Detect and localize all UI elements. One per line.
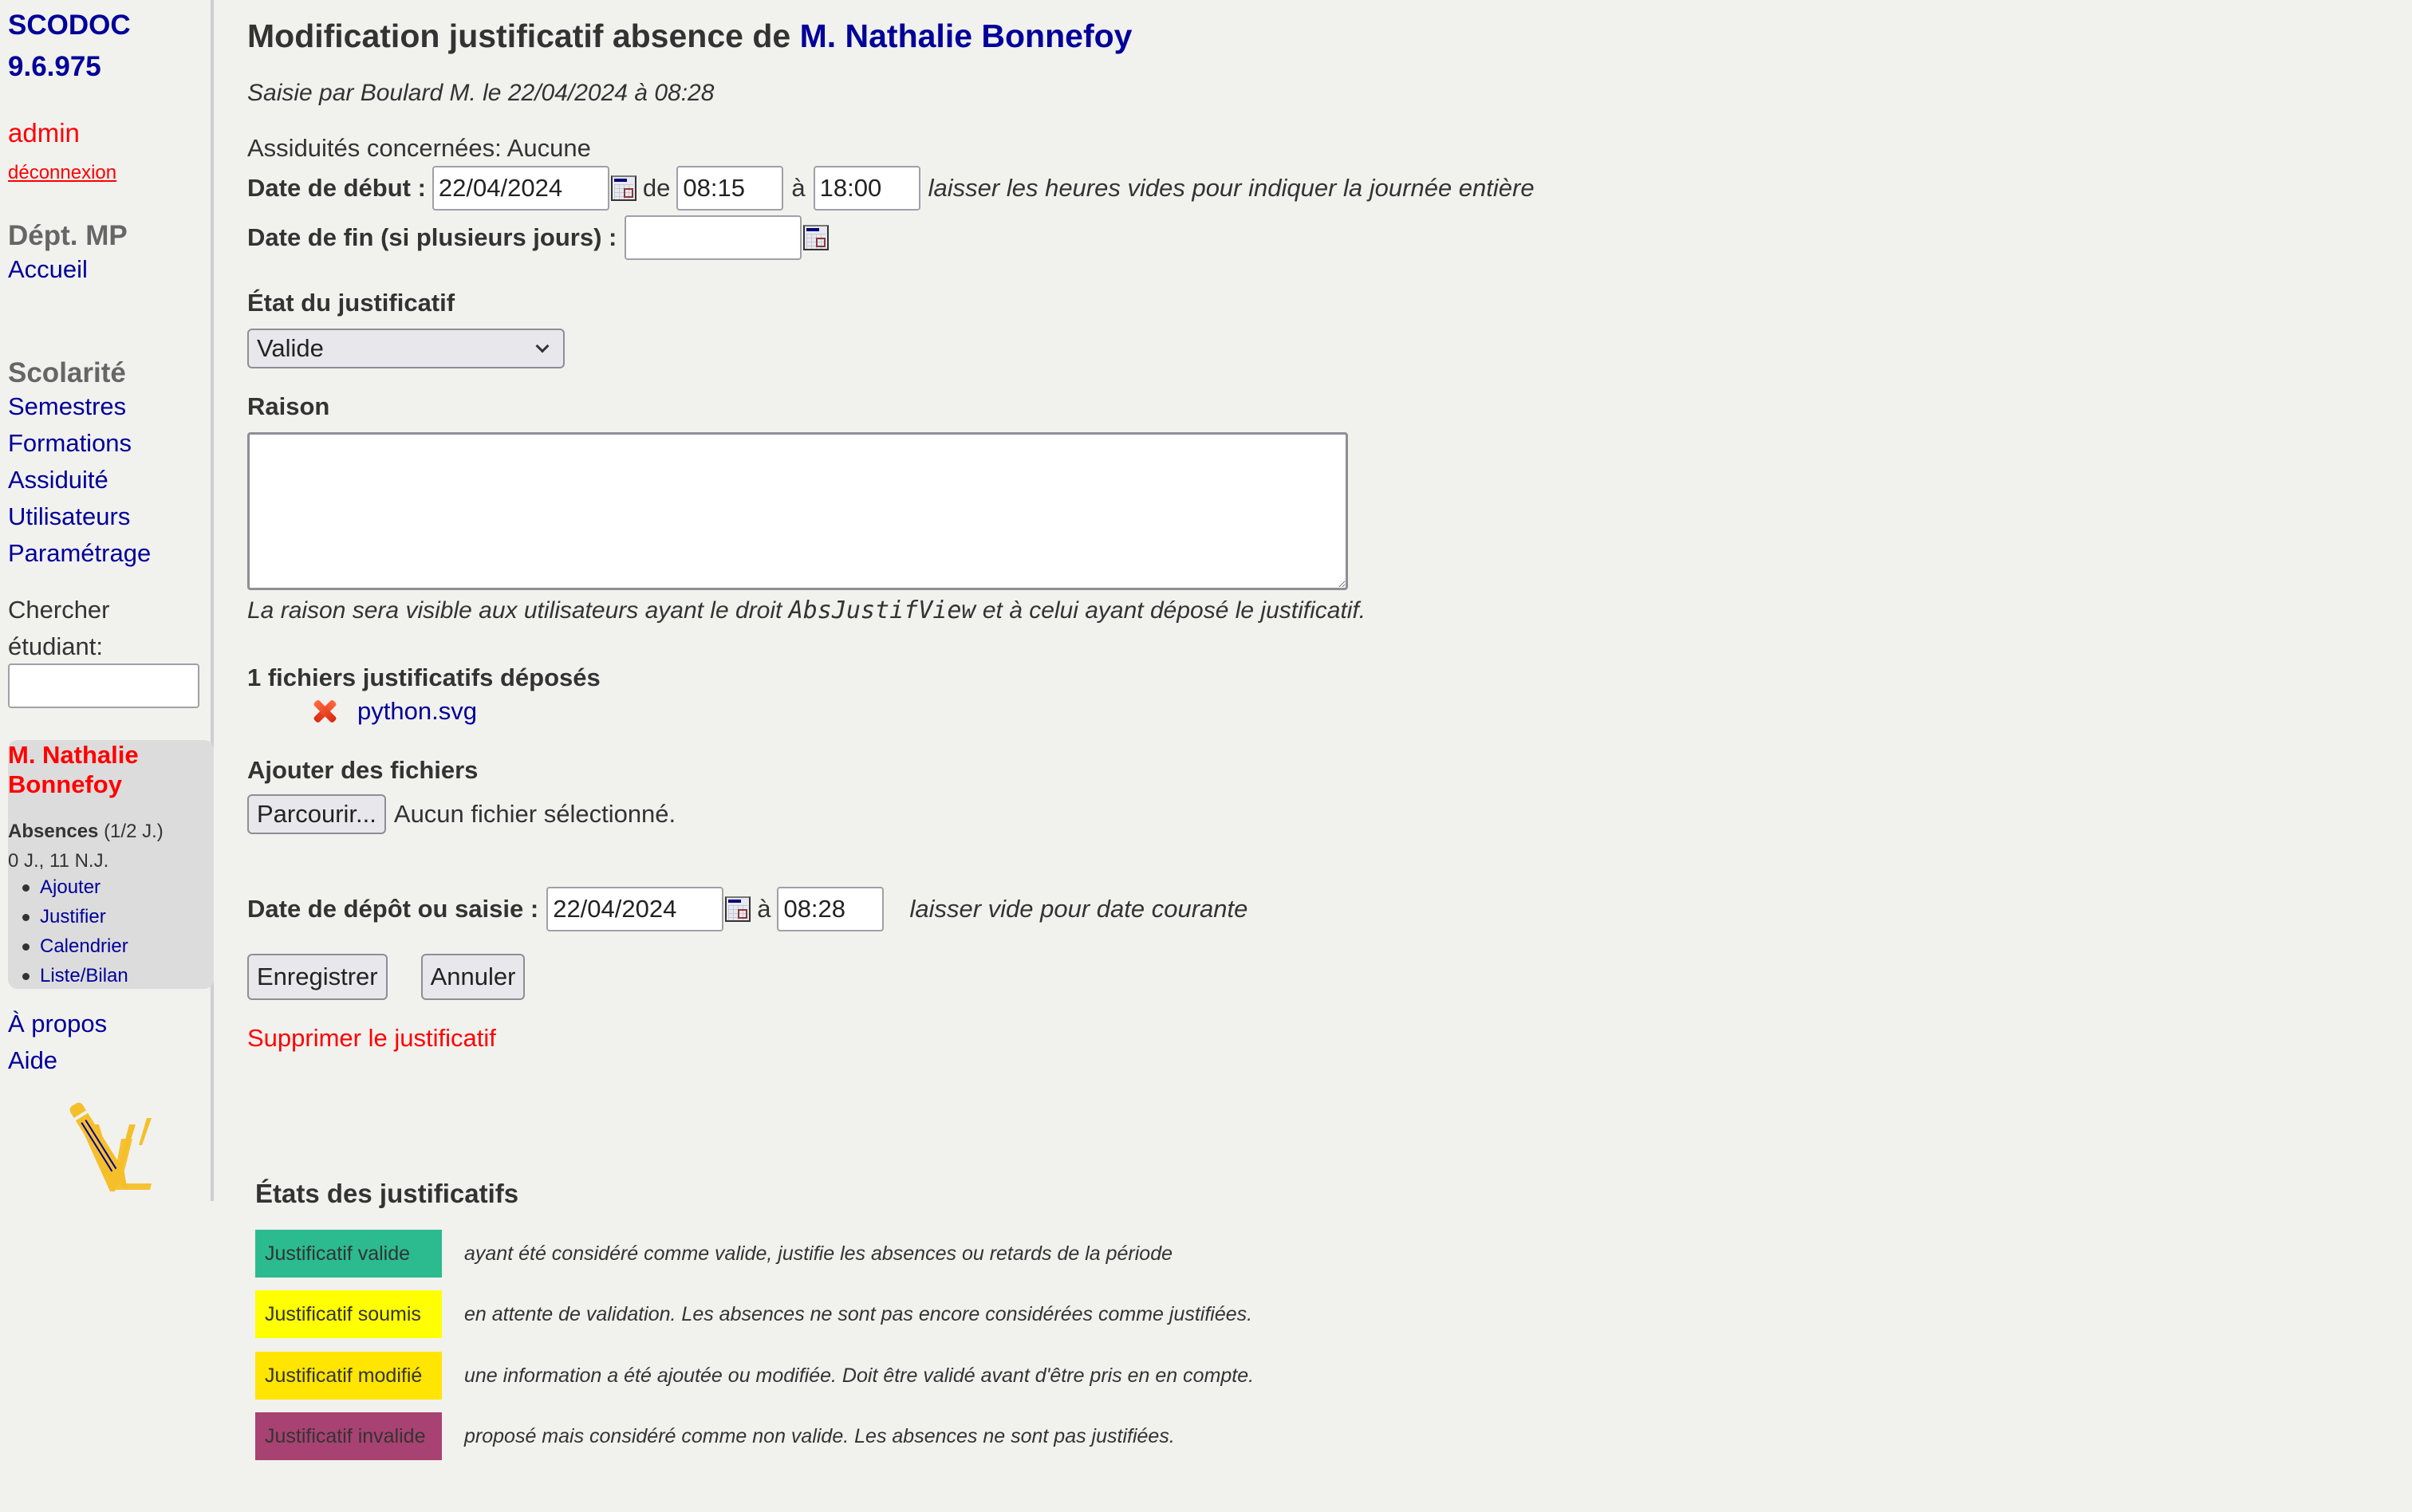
sidebar-item-utilisateurs[interactable]: Utilisateurs bbox=[8, 502, 130, 531]
file-picker-status: Aucun fichier sélectionné. bbox=[393, 800, 676, 828]
legend-swatch: Justificatif modifié bbox=[255, 1352, 442, 1400]
legend-description: une information a été ajoutée ou modifié… bbox=[464, 1364, 1255, 1387]
absences-label: Absences bbox=[8, 821, 99, 842]
list-item: Liste/Bilan bbox=[8, 961, 128, 990]
start-date-row: Date de début : de à laisser les heures … bbox=[247, 166, 1535, 211]
student-box: M. Nathalie Bonnefoy Absences (1/2 J.) 0… bbox=[8, 740, 214, 989]
department-title: Dépt. MP bbox=[8, 220, 128, 251]
absences-unit: (1/2 J.) bbox=[104, 821, 164, 842]
list-item: Calendrier bbox=[8, 931, 128, 961]
reason-label: Raison bbox=[247, 392, 330, 420]
deposit-date-input[interactable] bbox=[546, 887, 724, 931]
page-title-student-link[interactable]: M. Nathalie Bonnefoy bbox=[800, 18, 1133, 54]
absences-actions: Ajouter Justifier Calendrier Liste/Bilan bbox=[8, 872, 128, 990]
legend-title: États des justificatifs bbox=[255, 1179, 519, 1208]
start-date-label: Date de début : bbox=[247, 174, 426, 202]
deposit-time-input[interactable] bbox=[777, 887, 885, 931]
absence-justify-link[interactable]: Justifier bbox=[40, 906, 106, 927]
legend-item-valid: Justificatif valide ayant été considéré … bbox=[255, 1230, 1172, 1278]
app-version-link[interactable]: 9.6.975 bbox=[8, 51, 101, 83]
deposit-at-word: à bbox=[757, 895, 771, 923]
absences-counts: 0 J., 11 N.J. bbox=[8, 850, 109, 872]
end-date-row: Date de fin (si plusieurs jours) : bbox=[247, 215, 830, 260]
absences-summary: Absences (1/2 J.) 0 J., 11 N.J. bbox=[8, 817, 164, 876]
search-label-line1: Chercher bbox=[8, 596, 110, 624]
uploaded-files-label: 1 fichiers justificatifs déposés bbox=[247, 663, 601, 691]
user-link[interactable]: admin bbox=[8, 118, 80, 148]
from-word: de bbox=[642, 174, 671, 202]
sidebar: SCODOC 9.6.975 admin déconnexion Dépt. M… bbox=[0, 0, 214, 1201]
absence-calendar-link[interactable]: Calendrier bbox=[40, 935, 128, 957]
file-picker: Parcourir... Aucun fichier sélectionné. bbox=[247, 794, 676, 834]
page-title-prefix: Modification justificatif absence de bbox=[247, 18, 791, 54]
form-actions: Enregistrer Annuler bbox=[247, 954, 558, 1000]
chevron-down-icon bbox=[535, 339, 550, 353]
entered-by-text: Saisie par Boulard M. le 22/04/2024 à 08… bbox=[247, 80, 715, 106]
calendar-icon[interactable] bbox=[725, 896, 751, 922]
concerned-assiduites: Assiduités concernées: Aucune bbox=[247, 134, 591, 162]
sidebar-item-parametrage[interactable]: Paramétrage bbox=[8, 539, 151, 568]
search-label-line2: étudiant: bbox=[8, 632, 103, 660]
list-item: python.svg bbox=[311, 697, 477, 726]
reason-textarea[interactable] bbox=[247, 432, 1348, 590]
state-select-value: Valide bbox=[257, 334, 324, 362]
file-link[interactable]: python.svg bbox=[357, 697, 477, 726]
about-link[interactable]: À propos bbox=[8, 1010, 107, 1038]
search-student-label: Chercher étudiant: bbox=[8, 592, 110, 665]
deposit-date-row: Date de dépôt ou saisie : à laisser vide… bbox=[247, 887, 1247, 931]
add-files-label: Ajouter des fichiers bbox=[247, 756, 479, 784]
sidebar-item-semestres[interactable]: Semestres bbox=[8, 392, 126, 421]
legend-swatch: Justificatif valide bbox=[255, 1230, 442, 1278]
end-date-input[interactable] bbox=[625, 215, 802, 260]
pencil-vl-logo-icon bbox=[69, 1102, 152, 1191]
calendar-icon[interactable] bbox=[610, 175, 636, 201]
legend-item-modified: Justificatif modifié une information a é… bbox=[255, 1352, 1254, 1400]
hours-hint: laisser les heures vides pour indiquer l… bbox=[928, 174, 1535, 202]
help-link[interactable]: Aide bbox=[8, 1046, 57, 1075]
legend-swatch: Justificatif invalide bbox=[255, 1412, 442, 1460]
state-select[interactable]: Valide bbox=[247, 329, 565, 368]
app-name-link[interactable]: SCODOC bbox=[8, 10, 131, 41]
save-button[interactable]: Enregistrer bbox=[247, 954, 388, 1000]
student-name-link[interactable]: M. Nathalie Bonnefoy bbox=[8, 740, 207, 799]
note-permission-code: AbsJustifView bbox=[788, 597, 976, 624]
legend-item-invalid: Justificatif invalide proposé mais consi… bbox=[255, 1412, 1175, 1460]
list-item: Justifier bbox=[8, 902, 128, 931]
page-title: Modification justificatif absence de M. … bbox=[247, 18, 1132, 55]
end-time-input[interactable] bbox=[813, 166, 920, 211]
legend-description: en attente de validation. Les absences n… bbox=[464, 1302, 1253, 1325]
home-link[interactable]: Accueil bbox=[8, 255, 88, 284]
legend-item-submitted: Justificatif soumis en attente de valida… bbox=[255, 1290, 1252, 1338]
reason-visibility-note: La raison sera visible aux utilisateurs … bbox=[247, 597, 1366, 624]
legend-description: proposé mais considéré comme non valide.… bbox=[464, 1424, 1175, 1447]
to-word: à bbox=[791, 174, 806, 202]
search-student-input[interactable] bbox=[8, 663, 199, 708]
calendar-icon[interactable] bbox=[803, 225, 830, 250]
legend-description: ayant été considéré comme valide, justif… bbox=[464, 1242, 1173, 1265]
end-date-label: Date de fin (si plusieurs jours) : bbox=[247, 223, 617, 251]
scolarite-title: Scolarité bbox=[8, 357, 126, 388]
deposit-date-label: Date de dépôt ou saisie : bbox=[247, 895, 539, 923]
deposit-hint: laisser vide pour date courante bbox=[909, 895, 1248, 923]
note-text-before: La raison sera visible aux utilisateurs … bbox=[247, 597, 789, 624]
cancel-button[interactable]: Annuler bbox=[420, 954, 526, 1000]
state-label: État du justificatif bbox=[247, 289, 455, 317]
absence-add-link[interactable]: Ajouter bbox=[40, 876, 100, 898]
legend-swatch: Justificatif soumis bbox=[255, 1290, 442, 1338]
note-text-after: et à celui ayant déposé le justificatif. bbox=[975, 597, 1366, 624]
list-item: Ajouter bbox=[8, 872, 128, 902]
sidebar-item-formations[interactable]: Formations bbox=[8, 429, 132, 458]
logout-link[interactable]: déconnexion bbox=[8, 162, 116, 184]
absence-list-link[interactable]: Liste/Bilan bbox=[40, 965, 128, 986]
delete-x-icon[interactable] bbox=[311, 698, 338, 725]
delete-justificatif-link[interactable]: Supprimer le justificatif bbox=[247, 1024, 496, 1053]
start-time-input[interactable] bbox=[676, 166, 784, 211]
browse-button[interactable]: Parcourir... bbox=[247, 794, 386, 834]
start-date-input[interactable] bbox=[432, 166, 609, 211]
sidebar-item-assiduite[interactable]: Assiduité bbox=[8, 466, 108, 494]
